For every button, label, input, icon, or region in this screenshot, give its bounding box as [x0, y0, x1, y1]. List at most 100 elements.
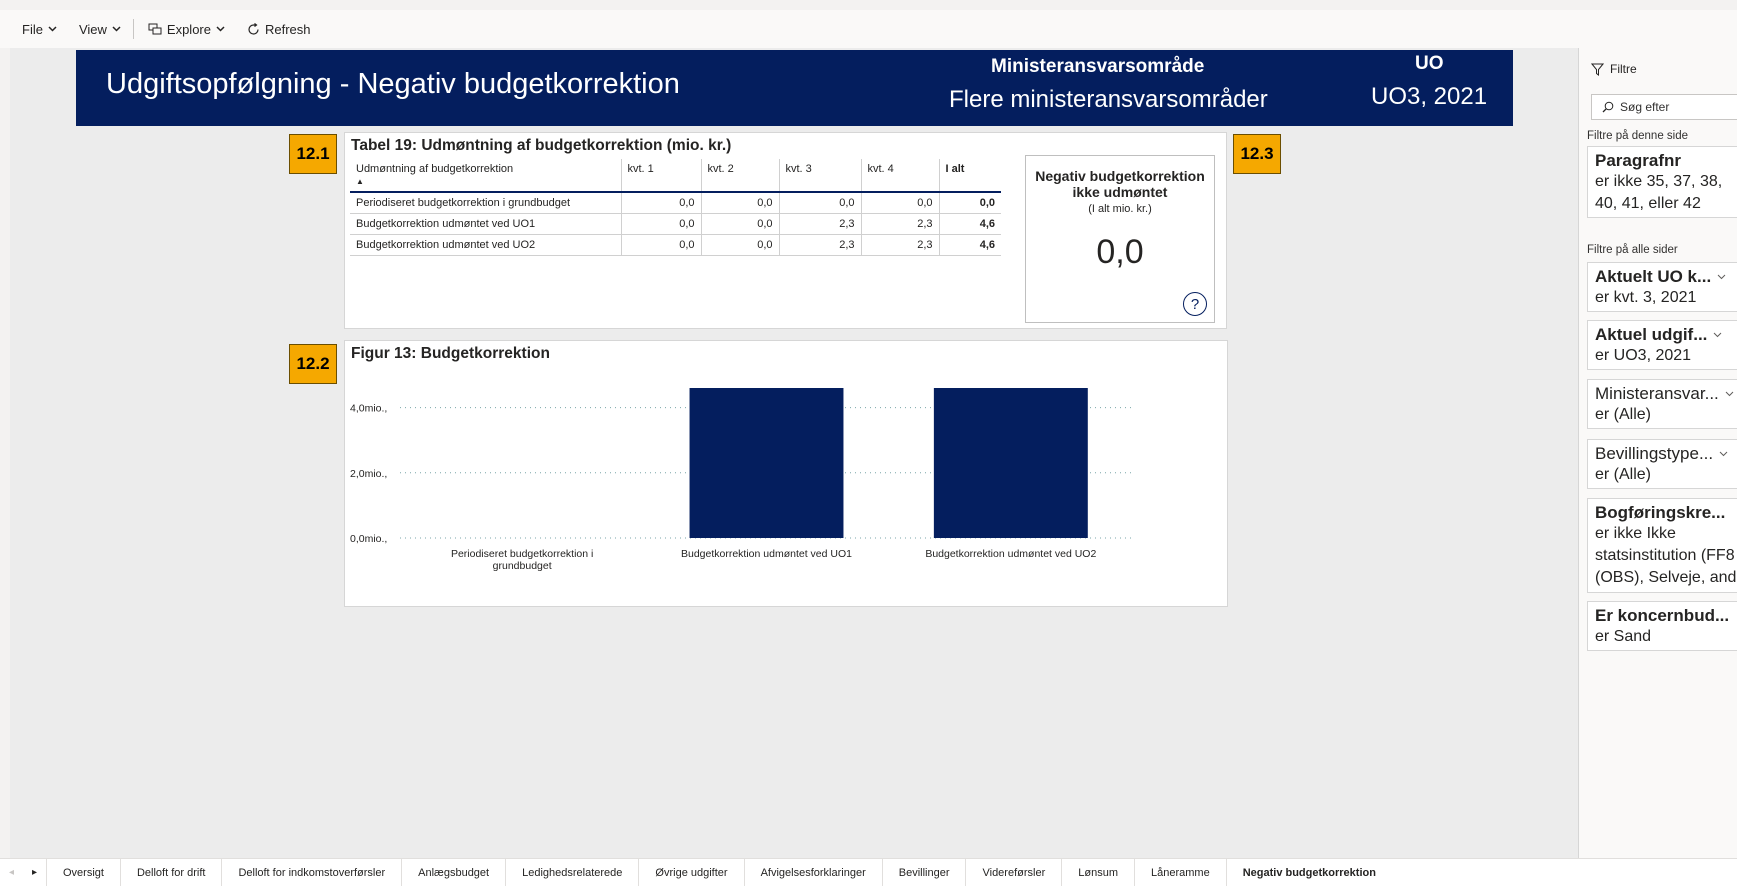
y-tick-label: 4,0mio.,: [350, 403, 387, 415]
col-header-kvt3[interactable]: kvt. 3: [779, 159, 862, 193]
row-label: Budgetkorrektion udmøntet ved UO1: [350, 213, 622, 235]
badge-12-2: 12.2: [289, 344, 337, 384]
view-menu-label: View: [78, 21, 107, 37]
refresh-label: Refresh: [264, 21, 311, 37]
filter-card-koncernbudget[interactable]: Er koncernbud... er Sand: [1587, 601, 1737, 651]
ministry-value: Flere ministeransvarsområder: [949, 86, 1268, 113]
bar[interactable]: [689, 388, 844, 538]
uo-label: UO: [1415, 53, 1444, 74]
col-header-category[interactable]: Udmøntning af budgetkorrektion ▲: [350, 159, 622, 193]
bar-chart: 0,0mio., 2,0mio., 4,0mio., Periodiseret bud…: [350, 388, 1133, 572]
badge-12-3: 12.3: [1233, 134, 1281, 174]
tab-låneramme[interactable]: Låneramme: [1134, 859, 1226, 886]
filter-card-ministeransvar[interactable]: Ministeransvar... er (Alle): [1587, 379, 1737, 429]
row-label: Budgetkorrektion udmøntet ved UO2: [350, 234, 622, 256]
table-cell-total: 4,6: [939, 213, 1001, 235]
filter-card-name: Paragrafnr: [1595, 151, 1681, 170]
page-title: Udgiftsopfølgning - Negativ budgetkorrek…: [106, 68, 680, 100]
tab-negativ-budgetkorrektion[interactable]: Negativ budgetkorrektion: [1225, 859, 1392, 886]
badge-12-1: 12.1: [289, 134, 337, 174]
explore-menu-label: Explore: [166, 21, 211, 37]
explore-menu[interactable]: Explore: [148, 22, 225, 37]
x-tick-label: Periodiseret budgetkorrektion i: [451, 548, 593, 560]
filter-card-value: er (Alle): [1595, 406, 1652, 423]
table-title: Tabel 19: Udmøntning af budgetkorrektion…: [351, 137, 732, 154]
kpi-card-value: 0,0: [1096, 233, 1144, 271]
filter-card-name: Ministeransvar...: [1595, 384, 1719, 403]
view-menu[interactable]: View: [79, 22, 121, 37]
chart-panel: Figur 13: Budgetkorrektion 0,0mio., 2,0mi…: [344, 340, 1228, 607]
filter-card-value: statsinstitution (FF8: [1595, 547, 1735, 564]
tab-afvigelsesforklaringer[interactable]: Afvigelsesforklaringer: [743, 859, 882, 886]
filter-card-name: Bevillingstype...: [1595, 444, 1714, 463]
table-cell-total: 4,6: [939, 234, 1001, 256]
chevron-down-icon[interactable]: [1717, 274, 1726, 280]
table-cell: 0,0: [861, 192, 940, 214]
table-panel: Tabel 19: Udmøntning af budgetkorrektion…: [344, 132, 1227, 329]
file-menu-label: File: [22, 21, 43, 37]
table-cell: 2,3: [861, 234, 940, 256]
refresh-icon: [248, 22, 259, 35]
filter-card-value: er Sand: [1595, 628, 1652, 645]
tab-oversigt[interactable]: Oversigt: [46, 859, 120, 886]
table-row: Budgetkorrektion udmøntet ved UO2 0,0 0,…: [350, 234, 1001, 256]
filter-card-name: Er koncernbud...: [1595, 606, 1730, 625]
table-cell: 2,3: [779, 234, 862, 256]
tab-nav: ◂ ▸: [0, 859, 46, 886]
table-cell: 0,0: [701, 234, 780, 256]
filter-card-aktuel-udgift[interactable]: Aktuel udgif... er UO3, 2021: [1587, 320, 1737, 370]
tab-delloft-for-indkomstoverførsler[interactable]: Delloft for indkomstoverførsler: [221, 859, 401, 886]
chevron-down-icon: [48, 26, 57, 32]
filter-card-aktuelt-uo[interactable]: Aktuelt UO k... er kvt. 3, 2021: [1587, 262, 1737, 312]
sort-asc-icon: ▲: [356, 177, 364, 186]
tab-øvrige-udgifter[interactable]: Øvrige udgifter: [638, 859, 743, 886]
next-tab-icon[interactable]: ▸: [32, 867, 37, 878]
table-cell: 0,0: [621, 213, 702, 235]
tab-bevillinger[interactable]: Bevillinger: [881, 859, 966, 886]
col-header-kvt1[interactable]: kvt. 1: [621, 159, 702, 193]
filter-card-bevillingstype[interactable]: Bevillingstype... er (Alle): [1587, 439, 1737, 489]
filter-card-value: er (Alle): [1595, 466, 1652, 483]
x-tick-label: grundbudget: [493, 560, 552, 572]
tab-lønsum[interactable]: Lønsum: [1061, 859, 1134, 886]
tab-videreførsler[interactable]: Videreførsler: [965, 859, 1061, 886]
explore-icon: [148, 23, 162, 35]
table-cell: 0,0: [779, 192, 862, 214]
all-pages-filters-label: Filtre på alle sider: [1587, 244, 1678, 256]
ministry-label: Ministeransvarsområde: [991, 56, 1205, 77]
file-menu[interactable]: File: [22, 22, 57, 37]
prev-tab-icon[interactable]: ◂: [9, 867, 14, 878]
filter-pane-header[interactable]: Filtre: [1591, 62, 1637, 76]
budget-table: Udmøntning af budgetkorrektion ▲ kvt. 1 …: [350, 159, 1001, 256]
report-header: Udgiftsopfølgning - Negativ budgetkorrek…: [76, 50, 1513, 126]
col-header-kvt4[interactable]: kvt. 4: [861, 159, 940, 193]
help-icon[interactable]: ?: [1183, 292, 1207, 316]
tab-ledighedsrelaterede[interactable]: Ledighedsrelaterede: [505, 859, 638, 886]
filter-card-paragrafnr[interactable]: Paragrafnr er ikke 35, 37, 38, 40, 41, e…: [1587, 146, 1737, 218]
tab-anlægsbudget[interactable]: Anlægsbudget: [401, 859, 505, 886]
chevron-down-icon[interactable]: [1725, 391, 1734, 397]
filter-card-value: er ikke 35, 37, 38,: [1595, 173, 1723, 190]
filter-card-value: er UO3, 2021: [1595, 347, 1692, 364]
filter-search-input[interactable]: Søg efter: [1591, 94, 1737, 120]
table-header-row: Udmøntning af budgetkorrektion ▲ kvt. 1 …: [350, 159, 1001, 193]
chevron-down-icon: [112, 26, 121, 32]
bar[interactable]: [933, 388, 1088, 538]
filter-card-value: 40, 41, eller 42: [1595, 195, 1701, 212]
filter-card-value: er ikke Ikke: [1595, 525, 1676, 542]
chevron-down-icon[interactable]: [1719, 451, 1728, 457]
kpi-card: Negativ budgetkorrektion ikke udmøntet (…: [1025, 155, 1215, 323]
filter-card-bogforingskreds[interactable]: Bogføringskre... er ikke Ikke statsinsti…: [1587, 498, 1737, 593]
chevron-down-icon: [216, 26, 225, 32]
refresh-button[interactable]: Refresh: [247, 22, 311, 37]
table-cell: 2,3: [779, 213, 862, 235]
filter-pane-title: Filtre: [1610, 62, 1637, 76]
col-header-kvt2[interactable]: kvt. 2: [701, 159, 780, 193]
chevron-down-icon[interactable]: [1713, 332, 1722, 338]
toolbar: File View Explore Refresh: [0, 10, 1737, 48]
tab-delloft-for-drift[interactable]: Delloft for drift: [119, 859, 221, 886]
page-tabs: ◂ ▸ Oversigt Delloft for drift Delloft for…: [0, 858, 1737, 886]
report-canvas: Udgiftsopfølgning - Negativ budgetkorrek…: [10, 48, 1578, 858]
col-header-total[interactable]: I alt: [939, 159, 1001, 193]
kpi-card-title: Negativ budgetkorrektion ikke udmøntet: [1035, 168, 1205, 200]
